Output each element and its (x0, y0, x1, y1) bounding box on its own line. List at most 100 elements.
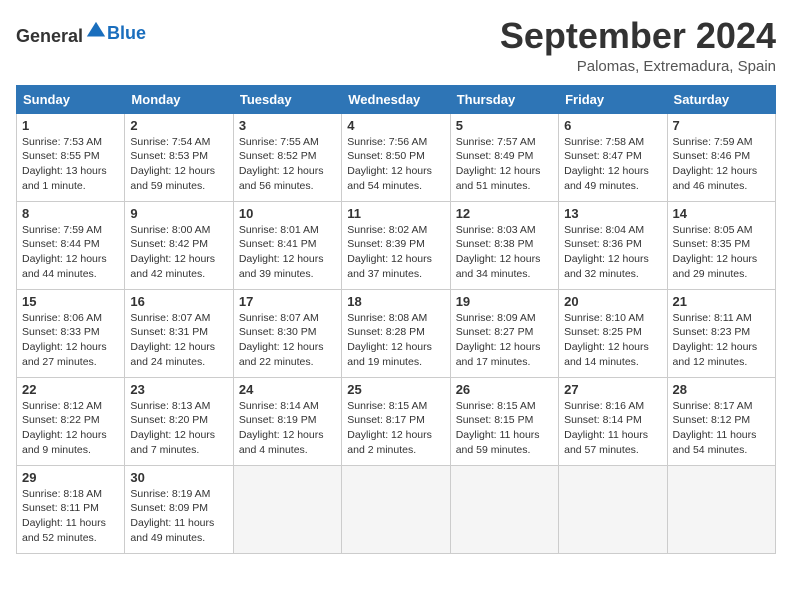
location: Palomas, Extremadura, Spain (500, 58, 776, 75)
day-info: Sunrise: 8:07 AM Sunset: 8:30 PM Dayligh… (239, 311, 336, 370)
day-number: 24 (239, 382, 336, 397)
day-info: Sunrise: 7:57 AM Sunset: 8:49 PM Dayligh… (456, 135, 553, 194)
table-row: 20 Sunrise: 8:10 AM Sunset: 8:25 PM Dayli… (559, 289, 667, 377)
table-row: 1 Sunrise: 7:53 AM Sunset: 8:55 PM Daylig… (17, 113, 125, 201)
table-row: 27Sunrise: 8:16 AM Sunset: 8:14 PM Dayli… (559, 377, 667, 465)
day-info: Sunrise: 7:59 AM Sunset: 8:44 PM Dayligh… (22, 223, 119, 282)
day-number: 20 (564, 294, 661, 309)
day-number: 1 (22, 118, 119, 133)
day-number: 12 (456, 206, 553, 221)
table-row: 12 Sunrise: 8:03 AM Sunset: 8:38 PM Dayli… (450, 201, 558, 289)
day-info: Sunrise: 8:00 AM Sunset: 8:42 PM Dayligh… (130, 223, 227, 282)
table-row: 30 Sunrise: 8:19 AM Sunset: 8:09 PM Dayli… (125, 465, 233, 553)
day-number: 30 (130, 470, 227, 485)
table-row: 15 Sunrise: 8:06 AM Sunset: 8:33 PM Dayli… (17, 289, 125, 377)
table-row: 8 Sunrise: 7:59 AM Sunset: 8:44 PM Daylig… (17, 201, 125, 289)
day-number: 5 (456, 118, 553, 133)
day-info: Sunrise: 8:05 AM Sunset: 8:35 PM Dayligh… (673, 223, 770, 282)
table-row: 3Sunrise: 7:55 AM Sunset: 8:52 PM Daylig… (233, 113, 341, 201)
table-row: 13Sunrise: 8:04 AM Sunset: 8:36 PM Dayli… (559, 201, 667, 289)
day-info: Sunrise: 8:19 AM Sunset: 8:09 PM Dayligh… (130, 487, 227, 546)
table-row: 9 Sunrise: 8:00 AM Sunset: 8:42 PM Daylig… (125, 201, 233, 289)
table-row: 16 Sunrise: 8:07 AM Sunset: 8:31 PM Dayli… (125, 289, 233, 377)
table-row (342, 465, 450, 553)
calendar-week-row: 1 Sunrise: 7:53 AM Sunset: 8:55 PM Daylig… (17, 113, 776, 201)
day-info: Sunrise: 7:54 AM Sunset: 8:53 PM Dayligh… (130, 135, 227, 194)
day-number: 19 (456, 294, 553, 309)
calendar-week-row: 22Sunrise: 8:12 AM Sunset: 8:22 PM Dayli… (17, 377, 776, 465)
month-year: September 2024 (500, 16, 776, 56)
day-number: 16 (130, 294, 227, 309)
day-info: Sunrise: 8:06 AM Sunset: 8:33 PM Dayligh… (22, 311, 119, 370)
logo: General Blue (16, 20, 146, 47)
day-number: 10 (239, 206, 336, 221)
table-row: 18 Sunrise: 8:08 AM Sunset: 8:28 PM Dayli… (342, 289, 450, 377)
calendar-table: Sunday Monday Tuesday Wednesday Thursday… (16, 85, 776, 554)
title-section: September 2024 Palomas, Extremadura, Spa… (500, 16, 776, 75)
table-row: 11Sunrise: 8:02 AM Sunset: 8:39 PM Dayli… (342, 201, 450, 289)
table-row: 25 Sunrise: 8:15 AM Sunset: 8:17 PM Dayli… (342, 377, 450, 465)
table-row: 24 Sunrise: 8:14 AM Sunset: 8:19 PM Dayli… (233, 377, 341, 465)
day-info: Sunrise: 8:15 AM Sunset: 8:17 PM Dayligh… (347, 399, 444, 458)
day-info: Sunrise: 7:59 AM Sunset: 8:46 PM Dayligh… (673, 135, 770, 194)
calendar-week-row: 29 Sunrise: 8:18 AM Sunset: 8:11 PM Dayli… (17, 465, 776, 553)
day-number: 8 (22, 206, 119, 221)
day-number: 21 (673, 294, 770, 309)
table-row (233, 465, 341, 553)
col-sunday: Sunday (17, 85, 125, 113)
table-row: 5 Sunrise: 7:57 AM Sunset: 8:49 PM Daylig… (450, 113, 558, 201)
calendar-header-row: Sunday Monday Tuesday Wednesday Thursday… (17, 85, 776, 113)
day-info: Sunrise: 8:09 AM Sunset: 8:27 PM Dayligh… (456, 311, 553, 370)
table-row: 7 Sunrise: 7:59 AM Sunset: 8:46 PM Daylig… (667, 113, 775, 201)
table-row: 26Sunrise: 8:15 AM Sunset: 8:15 PM Dayli… (450, 377, 558, 465)
table-row: 14 Sunrise: 8:05 AM Sunset: 8:35 PM Dayli… (667, 201, 775, 289)
day-info: Sunrise: 8:03 AM Sunset: 8:38 PM Dayligh… (456, 223, 553, 282)
table-row: 2Sunrise: 7:54 AM Sunset: 8:53 PM Daylig… (125, 113, 233, 201)
table-row: 28 Sunrise: 8:17 AM Sunset: 8:12 PM Dayli… (667, 377, 775, 465)
logo-icon (85, 20, 107, 42)
table-row: 29 Sunrise: 8:18 AM Sunset: 8:11 PM Dayli… (17, 465, 125, 553)
day-number: 15 (22, 294, 119, 309)
day-number: 7 (673, 118, 770, 133)
day-info: Sunrise: 7:58 AM Sunset: 8:47 PM Dayligh… (564, 135, 661, 194)
day-info: Sunrise: 8:02 AM Sunset: 8:39 PM Dayligh… (347, 223, 444, 282)
day-number: 28 (673, 382, 770, 397)
table-row: 22Sunrise: 8:12 AM Sunset: 8:22 PM Dayli… (17, 377, 125, 465)
logo-general: General (16, 26, 83, 46)
day-number: 6 (564, 118, 661, 133)
header: General Blue September 2024 Palomas, Ext… (16, 16, 776, 75)
table-row: 23Sunrise: 8:13 AM Sunset: 8:20 PM Dayli… (125, 377, 233, 465)
day-number: 29 (22, 470, 119, 485)
col-saturday: Saturday (667, 85, 775, 113)
col-thursday: Thursday (450, 85, 558, 113)
day-number: 26 (456, 382, 553, 397)
day-info: Sunrise: 8:18 AM Sunset: 8:11 PM Dayligh… (22, 487, 119, 546)
col-tuesday: Tuesday (233, 85, 341, 113)
day-info: Sunrise: 8:11 AM Sunset: 8:23 PM Dayligh… (673, 311, 770, 370)
day-number: 17 (239, 294, 336, 309)
day-number: 13 (564, 206, 661, 221)
day-info: Sunrise: 7:56 AM Sunset: 8:50 PM Dayligh… (347, 135, 444, 194)
day-info: Sunrise: 8:07 AM Sunset: 8:31 PM Dayligh… (130, 311, 227, 370)
table-row (559, 465, 667, 553)
day-info: Sunrise: 7:55 AM Sunset: 8:52 PM Dayligh… (239, 135, 336, 194)
table-row (450, 465, 558, 553)
day-info: Sunrise: 8:01 AM Sunset: 8:41 PM Dayligh… (239, 223, 336, 282)
calendar-week-row: 8 Sunrise: 7:59 AM Sunset: 8:44 PM Daylig… (17, 201, 776, 289)
day-number: 4 (347, 118, 444, 133)
day-number: 18 (347, 294, 444, 309)
day-info: Sunrise: 8:08 AM Sunset: 8:28 PM Dayligh… (347, 311, 444, 370)
day-number: 14 (673, 206, 770, 221)
day-number: 25 (347, 382, 444, 397)
col-friday: Friday (559, 85, 667, 113)
day-number: 9 (130, 206, 227, 221)
day-info: Sunrise: 8:13 AM Sunset: 8:20 PM Dayligh… (130, 399, 227, 458)
day-info: Sunrise: 8:14 AM Sunset: 8:19 PM Dayligh… (239, 399, 336, 458)
col-monday: Monday (125, 85, 233, 113)
day-info: Sunrise: 8:12 AM Sunset: 8:22 PM Dayligh… (22, 399, 119, 458)
day-info: Sunrise: 8:17 AM Sunset: 8:12 PM Dayligh… (673, 399, 770, 458)
day-info: Sunrise: 7:53 AM Sunset: 8:55 PM Dayligh… (22, 135, 119, 194)
day-info: Sunrise: 8:10 AM Sunset: 8:25 PM Dayligh… (564, 311, 661, 370)
table-row: 6 Sunrise: 7:58 AM Sunset: 8:47 PM Daylig… (559, 113, 667, 201)
table-row: 19 Sunrise: 8:09 AM Sunset: 8:27 PM Dayli… (450, 289, 558, 377)
